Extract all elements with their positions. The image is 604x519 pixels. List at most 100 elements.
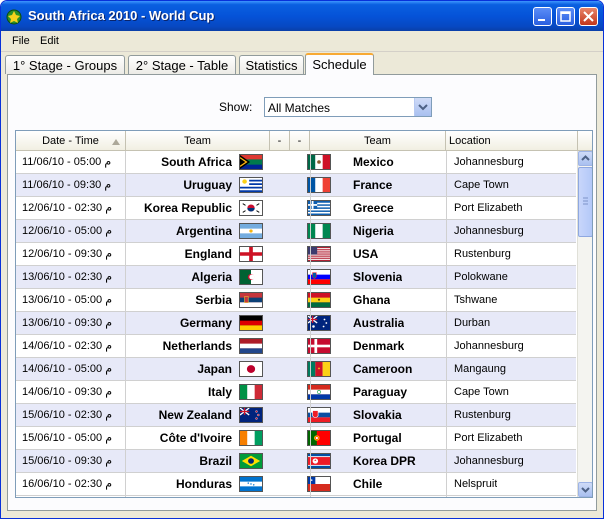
nl-flag-icon bbox=[239, 338, 263, 354]
match-date: 16/06/10 - 02:30 م bbox=[22, 478, 112, 490]
world-cup-icon bbox=[6, 9, 22, 25]
match-date: 13/06/10 - 09:30 م bbox=[22, 317, 112, 329]
match-location: Mangaung bbox=[454, 363, 506, 375]
table-row[interactable]: 15/06/10 - 05:00 م Côte d'Ivoire Portugal P… bbox=[16, 427, 576, 450]
match-location: Cape Town bbox=[454, 386, 509, 398]
show-filter-select[interactable]: All Matches bbox=[264, 97, 432, 117]
menu-bar: File Edit bbox=[1, 31, 603, 52]
match-location: Johannesburg bbox=[454, 156, 524, 168]
away-team: Chile bbox=[353, 477, 383, 491]
away-team: Nigeria bbox=[353, 224, 394, 238]
away-team: Denmark bbox=[353, 339, 405, 353]
header-location[interactable]: Location bbox=[446, 131, 578, 151]
away-team: Australia bbox=[353, 316, 405, 330]
chevron-down-icon bbox=[418, 104, 428, 111]
match-location: Tshwane bbox=[454, 294, 498, 306]
home-team: Algeria bbox=[191, 270, 232, 284]
tab-schedule[interactable]: Schedule bbox=[305, 53, 374, 75]
table-row[interactable]: 15/06/10 - 09:30 م Brazil Korea DPR Johanne… bbox=[16, 450, 576, 473]
chevron-up-icon bbox=[581, 155, 590, 161]
column-divider bbox=[446, 151, 447, 497]
table-row[interactable]: 13/06/10 - 05:00 م Serbia Ghana Tshwane bbox=[16, 289, 576, 312]
match-location: Port Elizabeth bbox=[454, 202, 523, 214]
home-team: Brazil bbox=[199, 454, 232, 468]
match-date: 14/06/10 - 05:00 م bbox=[22, 363, 112, 375]
menu-file[interactable]: File bbox=[12, 35, 30, 47]
away-team: Korea DPR bbox=[353, 454, 416, 468]
table-row[interactable]: 12/06/10 - 02:30 م Korea Republic Greece Po… bbox=[16, 197, 576, 220]
grip-icon bbox=[583, 197, 588, 205]
header-dash-2[interactable]: - bbox=[290, 131, 310, 151]
minimize-button[interactable] bbox=[533, 7, 552, 26]
menu-edit[interactable]: Edit bbox=[40, 35, 59, 47]
close-icon bbox=[583, 11, 594, 22]
table-row[interactable]: 15/06/10 - 02:30 م New Zealand Slovakia Rus… bbox=[16, 404, 576, 427]
home-team: Serbia bbox=[195, 293, 232, 307]
dropdown-button[interactable] bbox=[414, 98, 431, 116]
match-date: 15/06/10 - 02:30 م bbox=[22, 409, 112, 421]
table-row[interactable]: 14/06/10 - 09:30 م Italy Paraguay Cape Town bbox=[16, 381, 576, 404]
de-flag-icon bbox=[239, 315, 263, 331]
home-team: Côte d'Ivoire bbox=[159, 431, 232, 445]
rs-flag-icon bbox=[239, 292, 263, 308]
scroll-down-button[interactable] bbox=[578, 482, 592, 497]
title-bar[interactable]: South Africa 2010 - World Cup bbox=[1, 1, 603, 31]
away-team: Ghana bbox=[353, 293, 391, 307]
za-flag-icon bbox=[239, 154, 263, 170]
vertical-scrollbar[interactable] bbox=[577, 151, 592, 497]
it-flag-icon bbox=[239, 384, 263, 400]
home-team: Uruguay bbox=[183, 178, 232, 192]
header-home-team[interactable]: Team bbox=[126, 131, 270, 151]
home-team: Honduras bbox=[175, 477, 232, 491]
match-date: 11/06/10 - 05:00 م bbox=[22, 156, 112, 168]
match-date: 12/06/10 - 05:00 م bbox=[22, 225, 112, 237]
tab-statistics[interactable]: Statistics bbox=[239, 55, 304, 74]
header-date[interactable]: Date - Time bbox=[16, 131, 126, 151]
br-flag-icon bbox=[239, 453, 263, 469]
table-row[interactable]: 14/06/10 - 02:30 م Netherlands Denmark Joha… bbox=[16, 335, 576, 358]
match-location: Durban bbox=[454, 317, 491, 329]
home-team: Netherlands bbox=[162, 339, 232, 353]
scroll-up-button[interactable] bbox=[578, 151, 592, 166]
table-row[interactable]: 11/06/10 - 09:30 م Uruguay France Cape Town bbox=[16, 174, 576, 197]
ar-flag-icon bbox=[239, 223, 263, 239]
app-window: South Africa 2010 - World Cup File Edit … bbox=[0, 0, 604, 519]
match-date: 13/06/10 - 05:00 م bbox=[22, 294, 112, 306]
kr-flag-icon bbox=[239, 200, 263, 216]
table-row[interactable]: 13/06/10 - 09:30 م Germany Australia Durban bbox=[16, 312, 576, 335]
match-location: Rustenburg bbox=[454, 248, 511, 260]
schedule-panel: Show: All Matches Date - Time Team - - T… bbox=[7, 74, 597, 511]
away-team: Portugal bbox=[353, 431, 402, 445]
header-away-team[interactable]: Team bbox=[310, 131, 446, 151]
away-team: Slovakia bbox=[353, 408, 402, 422]
tab-groups[interactable]: 1° Stage - Groups bbox=[5, 55, 125, 74]
table-row[interactable]: 16/06/10 - 02:30 م Honduras Chile Nelspruit bbox=[16, 473, 576, 496]
maximize-button[interactable] bbox=[556, 7, 575, 26]
match-date: 12/06/10 - 02:30 م bbox=[22, 202, 112, 214]
match-location: Johannesburg bbox=[454, 455, 524, 467]
hn-flag-icon bbox=[239, 476, 263, 492]
ci-flag-icon bbox=[239, 430, 263, 446]
match-location: Port Elizabeth bbox=[454, 432, 523, 444]
close-button[interactable] bbox=[579, 7, 598, 26]
match-date: 13/06/10 - 02:30 م bbox=[22, 271, 112, 283]
table-row[interactable]: 14/06/10 - 05:00 م Japan Cameroon Mangaung bbox=[16, 358, 576, 381]
table-row[interactable]: 12/06/10 - 05:00 م Argentina Nigeria Johann… bbox=[16, 220, 576, 243]
tab-table[interactable]: 2° Stage - Table bbox=[128, 55, 236, 74]
home-team: Germany bbox=[179, 316, 232, 330]
header-dash-1[interactable]: - bbox=[270, 131, 290, 151]
chevron-down-icon bbox=[581, 487, 590, 493]
en-flag-icon bbox=[239, 246, 263, 262]
tab-strip: 1° Stage - Groups 2° Stage - Table Stati… bbox=[1, 53, 603, 75]
table-row[interactable]: 13/06/10 - 02:30 م Algeria Slovenia Polokwa… bbox=[16, 266, 576, 289]
away-team: Slovenia bbox=[353, 270, 403, 284]
match-date: 15/06/10 - 09:30 م bbox=[22, 455, 112, 467]
table-row[interactable]: 11/06/10 - 05:00 م South Africa Mexico Joha… bbox=[16, 151, 576, 174]
table-row[interactable]: 12/06/10 - 09:30 م England USA Rustenburg bbox=[16, 243, 576, 266]
show-label: Show: bbox=[219, 100, 253, 114]
home-team: New Zealand bbox=[158, 408, 232, 422]
away-team: Paraguay bbox=[353, 385, 408, 399]
scroll-thumb[interactable] bbox=[578, 167, 592, 237]
home-team: Argentina bbox=[175, 224, 232, 238]
column-divider bbox=[125, 151, 126, 497]
